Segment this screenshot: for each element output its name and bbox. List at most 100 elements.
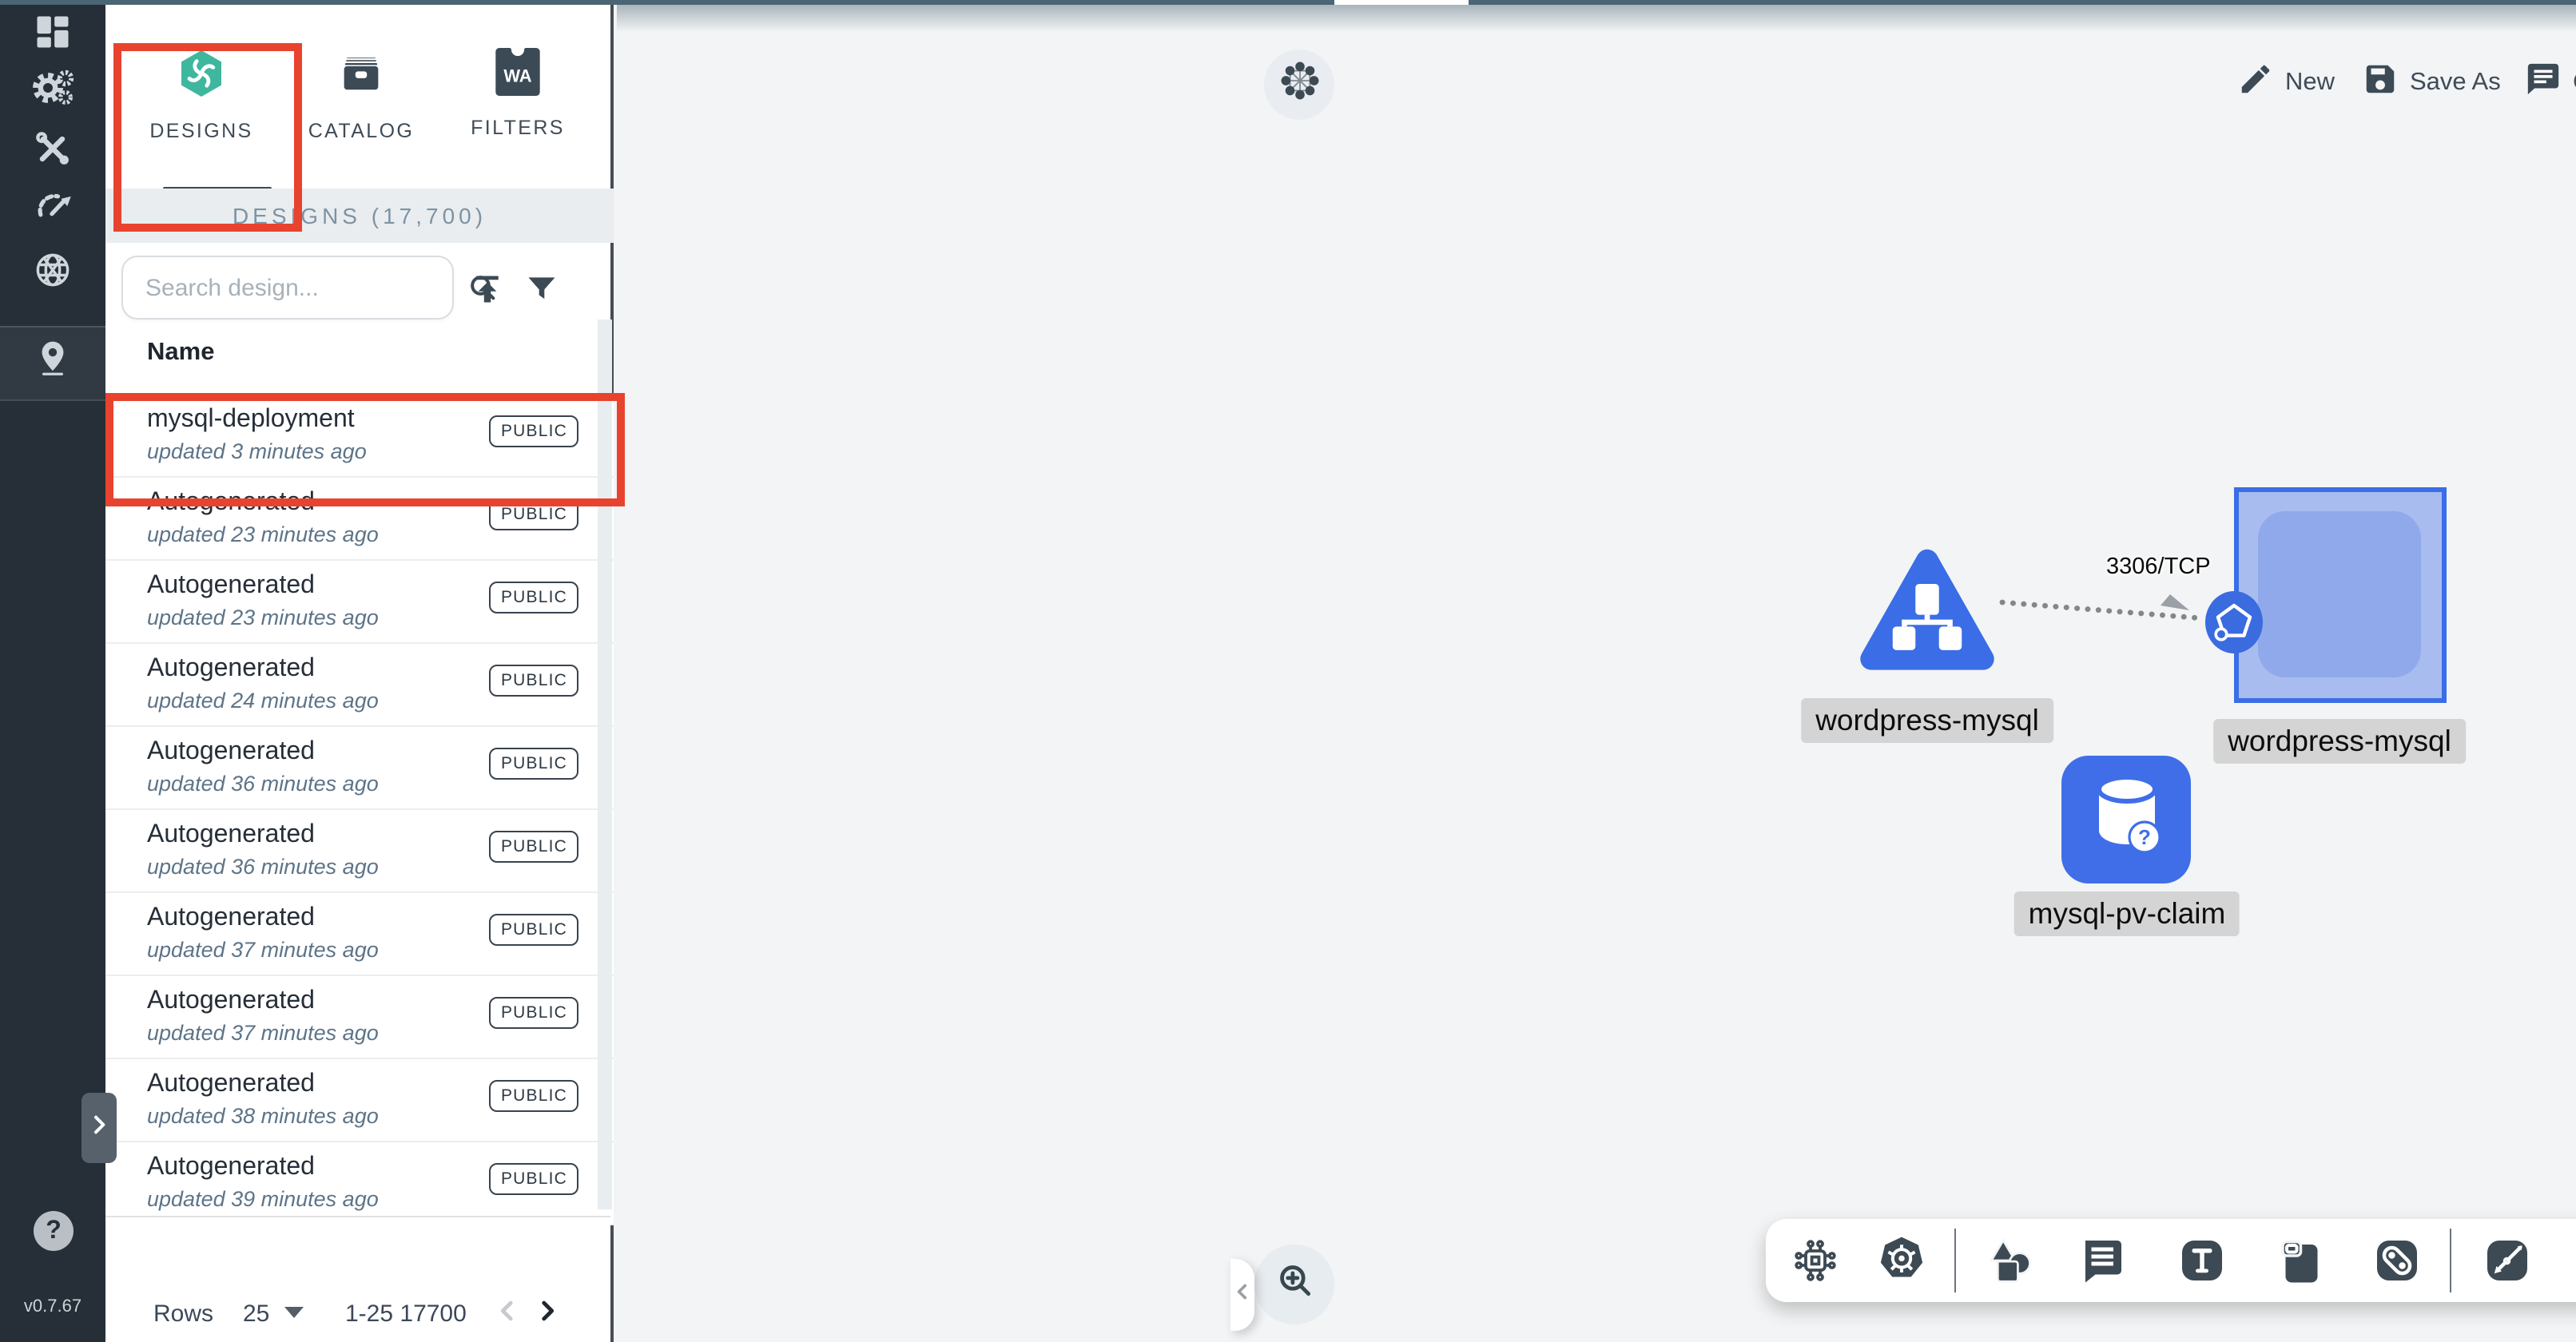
comments-label: Comments: [2573, 69, 2576, 97]
search-input[interactable]: [142, 272, 467, 303]
design-row[interactable]: Autogenerated updated 38 minutes ago PUB…: [105, 1059, 614, 1142]
components-chip-icon[interactable]: [1790, 1235, 1841, 1286]
design-name: Autogenerated: [147, 821, 315, 850]
chevron-left-icon: [1232, 1280, 1253, 1309]
design-updated: updated 23 minutes ago: [147, 605, 379, 629]
zoom-in-button[interactable]: [1254, 1245, 1334, 1324]
design-row[interactable]: Autogenerated updated 39 minutes ago PUB…: [105, 1142, 614, 1225]
comment-icon: [2525, 61, 2562, 105]
shapes-icon[interactable]: [1983, 1235, 2034, 1286]
sidebar-item-mesh[interactable]: [0, 241, 105, 305]
tab-filters[interactable]: WA FILTERS: [441, 48, 594, 208]
node-service-wordpress-mysql[interactable]: [1854, 537, 2001, 687]
edge-port-label: 3306/TCP: [2106, 554, 2211, 580]
design-updated: updated 37 minutes ago: [147, 1021, 379, 1045]
design-row[interactable]: Autogenerated updated 24 minutes ago PUB…: [105, 644, 614, 727]
node-label-service: wordpress-mysql: [1801, 698, 2053, 743]
canvas-top-gradient: [617, 5, 2576, 32]
visibility-badge: PUBLIC: [490, 997, 578, 1029]
design-name: mysql-deployment: [147, 406, 355, 435]
meshery-logo-icon: [176, 48, 227, 107]
left-nav-sidebar: ? v0.7.67: [0, 0, 105, 1342]
comments-button[interactable]: Comments: [2525, 61, 2576, 105]
tools-icon: [32, 127, 74, 177]
design-name: Autogenerated: [147, 1153, 315, 1182]
node-deployment-wordpress-mysql[interactable]: [2234, 487, 2447, 703]
design-row[interactable]: Autogenerated updated 37 minutes ago PUB…: [105, 893, 614, 976]
deployment-inner-shape: [2258, 511, 2421, 677]
wasm-filters-icon: WA: [495, 48, 540, 104]
sidebar-item-kanvas[interactable]: [0, 329, 105, 393]
rows-per-page-select[interactable]: 25: [243, 1300, 269, 1328]
unknown-badge: ?: [2137, 824, 2150, 848]
pagination-footer: Rows 25 1-25 17700: [105, 1216, 610, 1342]
designs-panel: DESIGNS CATALOG WA FILTERS DESIGNS (17,7…: [105, 0, 614, 1342]
question-mark-icon: ?: [46, 1217, 62, 1245]
tab-designs-label: DESIGNS: [149, 120, 252, 142]
mesh-sync-button[interactable]: [1264, 50, 1334, 120]
sidebar-item-configuration[interactable]: [0, 120, 105, 184]
design-updated: updated 24 minutes ago: [147, 689, 379, 713]
new-design-label: New: [2285, 69, 2335, 97]
rows-label: Rows: [153, 1300, 213, 1328]
expand-sidebar-handle[interactable]: [81, 1093, 117, 1163]
designs-list: mysql-deployment updated 3 minutes ago P…: [105, 395, 614, 1225]
gears-icon: [29, 63, 77, 119]
chevron-down-icon[interactable]: [284, 1307, 304, 1318]
dock-divider: [2450, 1229, 2451, 1292]
storage-cylinder-icon: ?: [2088, 771, 2165, 868]
edge-service-to-deployment: [1998, 585, 2215, 633]
frame-shape-icon[interactable]: [2274, 1235, 2325, 1286]
text-tool-icon[interactable]: [2176, 1235, 2228, 1286]
design-row[interactable]: mysql-deployment updated 3 minutes ago P…: [105, 395, 614, 478]
help-button[interactable]: ?: [34, 1211, 74, 1251]
new-design-button[interactable]: New: [2237, 61, 2335, 105]
tab-catalog[interactable]: CATALOG: [284, 48, 438, 208]
section-header: DESIGNS (17,700): [105, 189, 614, 243]
next-page-button[interactable]: [534, 1297, 561, 1331]
sidebar-item-lifecycle[interactable]: [0, 59, 105, 123]
design-name: Autogenerated: [147, 489, 315, 518]
publish-upload-icon[interactable]: [467, 268, 508, 310]
link-tool-icon[interactable]: [2371, 1235, 2423, 1286]
node-pvc-mysql-pv-claim[interactable]: ?: [2061, 756, 2191, 883]
app-version: v0.7.67: [0, 1297, 105, 1316]
kubernetes-service-icon: [1854, 666, 2001, 693]
design-search: [121, 256, 454, 320]
filter-funnel-icon[interactable]: [521, 268, 563, 310]
pagination-range: 1-25 17700: [345, 1300, 467, 1328]
kubernetes-icon[interactable]: [1876, 1235, 1927, 1286]
visibility-badge: PUBLIC: [490, 1163, 578, 1195]
visibility-badge: PUBLIC: [490, 748, 578, 780]
port-endpoint-icon[interactable]: [2204, 590, 2264, 655]
visibility-badge: PUBLIC: [490, 1080, 578, 1112]
design-name: Autogenerated: [147, 1070, 315, 1099]
design-row[interactable]: Autogenerated updated 23 minutes ago PUB…: [105, 478, 614, 561]
magnifier-plus-icon: [1274, 1261, 1314, 1308]
tab-designs[interactable]: DESIGNS: [125, 48, 278, 208]
design-row[interactable]: Autogenerated updated 23 minutes ago PUB…: [105, 561, 614, 644]
design-row[interactable]: Autogenerated updated 36 minutes ago PUB…: [105, 810, 614, 893]
panel-scrollbar-track: [598, 320, 612, 1209]
design-updated: updated 39 minutes ago: [147, 1187, 379, 1211]
design-name: Autogenerated: [147, 655, 315, 684]
sidebar-item-dashboard[interactable]: [0, 3, 105, 67]
design-name: Autogenerated: [147, 572, 315, 601]
svg-text:WA: WA: [503, 66, 531, 86]
design-updated: updated 38 minutes ago: [147, 1104, 379, 1128]
design-canvas[interactable]: New Save As Comments Actions Share: [617, 0, 2576, 1342]
design-row[interactable]: Autogenerated updated 36 minutes ago PUB…: [105, 727, 614, 810]
visibility-badge: PUBLIC: [490, 831, 578, 863]
notes-comment-icon[interactable]: [2076, 1235, 2127, 1286]
design-updated: updated 36 minutes ago: [147, 772, 379, 796]
top-window-strip: [0, 0, 2576, 5]
chevron-right-icon: [86, 1111, 112, 1145]
previous-page-button[interactable]: [494, 1297, 521, 1331]
section-header-label: DESIGNS (17,700): [233, 203, 487, 228]
draw-edge-icon[interactable]: [2482, 1235, 2533, 1286]
design-row[interactable]: Autogenerated updated 37 minutes ago PUB…: [105, 976, 614, 1059]
sidebar-item-performance[interactable]: [0, 177, 105, 241]
save-as-button[interactable]: Save As: [2362, 61, 2501, 105]
speedometer-icon: [32, 185, 74, 234]
collapse-panel-handle[interactable]: [1230, 1259, 1254, 1331]
